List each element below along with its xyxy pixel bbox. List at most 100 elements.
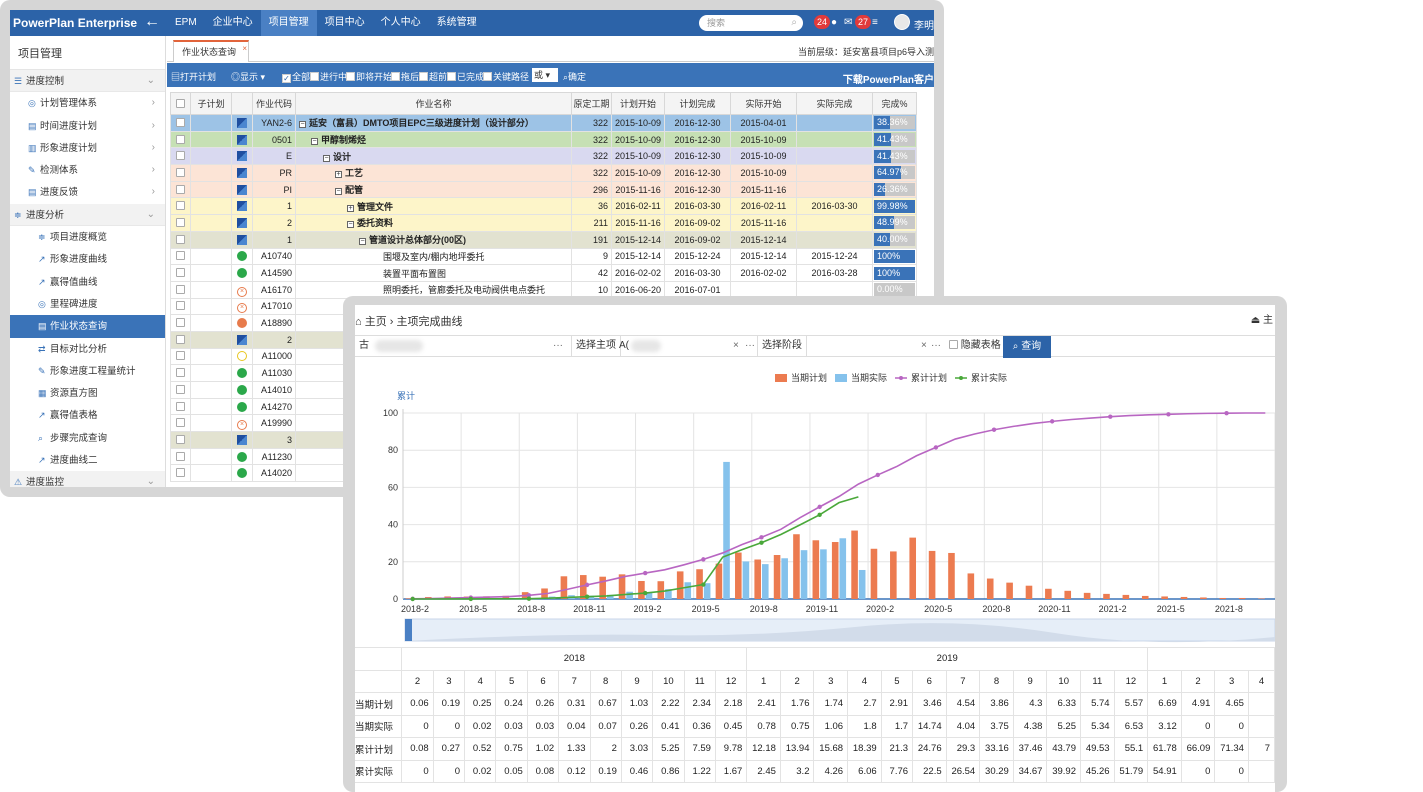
row-checkbox[interactable] xyxy=(176,434,185,444)
column-header[interactable]: 计划完成 xyxy=(664,92,732,115)
sidebar-item-4[interactable]: ✎ 检测体系 › xyxy=(10,159,165,181)
sidebar-item-14[interactable]: ▦ 资源直方图 xyxy=(10,382,165,404)
user-alert-icon[interactable]: ● xyxy=(831,17,837,28)
checkbox-icon[interactable] xyxy=(419,72,428,81)
row-checkbox[interactable] xyxy=(176,201,185,211)
collapse-icon[interactable]: − xyxy=(323,154,330,162)
sidebar-item-2[interactable]: ▤ 时间进度计划 › xyxy=(10,115,165,137)
expand-icon[interactable]: + xyxy=(347,204,354,212)
chevron-icon[interactable]: ⌄ xyxy=(147,70,155,92)
row-select-cell[interactable] xyxy=(170,147,191,166)
table-row[interactable]: A10740 围堰及室内/棚内地坪委托 9 2015-12-14 2015-12-24 2… xyxy=(170,247,918,266)
row-select-cell[interactable] xyxy=(170,397,191,416)
row-select-cell[interactable] xyxy=(170,381,191,399)
search-icon[interactable]: ⌕ xyxy=(791,15,797,31)
row-checkbox[interactable] xyxy=(176,234,185,244)
more-icon[interactable]: ··· xyxy=(553,336,563,356)
filter-0[interactable]: ✓ 全部 xyxy=(282,70,310,83)
tab-activity-status[interactable]: 作业状态查询 × xyxy=(173,39,250,62)
nav-item-3[interactable]: 项目中心 xyxy=(317,10,373,36)
checkbox-icon[interactable] xyxy=(949,340,958,349)
close-icon[interactable]: × xyxy=(242,39,247,59)
row-checkbox[interactable] xyxy=(176,167,185,177)
more-icon-3[interactable]: ··· xyxy=(931,336,941,356)
chevron-icon[interactable]: › xyxy=(152,137,155,159)
column-header[interactable]: 完成% xyxy=(872,92,918,115)
zoom-handle[interactable] xyxy=(405,619,412,641)
filter-6[interactable]: 关键路径 xyxy=(483,70,529,83)
filter-2[interactable]: 即将开始 xyxy=(346,70,392,83)
row-checkbox[interactable] xyxy=(176,334,185,344)
sidebar-item-3[interactable]: ▥ 形象进度计划 › xyxy=(10,137,165,159)
collapse-icon[interactable]: − xyxy=(335,188,342,196)
row-select-cell[interactable] xyxy=(170,130,191,149)
row-checkbox[interactable] xyxy=(176,468,185,478)
avatar[interactable] xyxy=(894,14,910,30)
sidebar-item-15[interactable]: ↗ 赢得值表格 xyxy=(10,404,165,426)
select-all-checkbox[interactable] xyxy=(176,98,185,108)
row-checkbox[interactable] xyxy=(176,184,185,194)
select-all-cell[interactable] xyxy=(170,92,191,115)
column-header[interactable]: 计划开始 xyxy=(610,92,666,115)
column-header[interactable]: 作业名称 xyxy=(295,92,572,115)
column-header[interactable]: 作业代码 xyxy=(252,92,296,115)
column-header[interactable]: 实际开始 xyxy=(730,92,798,115)
collapse-icon[interactable]: − xyxy=(299,121,306,129)
nav-item-0[interactable]: EPM xyxy=(167,10,205,36)
chevron-icon[interactable]: › xyxy=(152,92,155,114)
row-checkbox[interactable] xyxy=(176,268,185,278)
checkbox-icon[interactable] xyxy=(391,72,400,81)
sidebar-item-0[interactable]: ☰ 进度控制 ⌄ xyxy=(10,70,165,93)
table-row[interactable]: 1− 管道设计总体部分(00区) 191 2015-12-14 2016-09-02 20… xyxy=(170,230,918,249)
collapse-icon[interactable]: − xyxy=(347,221,354,229)
checkbox-icon[interactable]: ✓ xyxy=(282,74,291,83)
row-checkbox[interactable] xyxy=(176,418,185,428)
row-checkbox[interactable] xyxy=(176,301,185,311)
table-row[interactable]: A14590 装置平面布置图 42 2016-02-02 2016-03-30 2016-… xyxy=(170,264,918,282)
checkbox-icon[interactable] xyxy=(310,72,319,81)
clear-stage-icon[interactable]: × xyxy=(921,336,927,356)
sidebar-item-5[interactable]: ▤ 进度反馈 › xyxy=(10,181,165,203)
column-header[interactable] xyxy=(231,92,253,115)
column-header[interactable]: 子计划 xyxy=(190,92,232,115)
filter-3[interactable]: 拖后 xyxy=(391,70,419,83)
sidebar-item-8[interactable]: ↗ 形象进度曲线 xyxy=(10,248,165,270)
sidebar-item-11[interactable]: ▤ 作业状态查询 xyxy=(10,315,165,338)
sidebar-item-18[interactable]: ⚠ 进度监控 ⌄ xyxy=(10,471,165,487)
chevron-icon[interactable]: › xyxy=(152,115,155,137)
filter-1[interactable]: 进行中 xyxy=(310,70,347,83)
row-select-cell[interactable] xyxy=(170,230,191,249)
select-stage-button[interactable]: 选择阶段 xyxy=(757,336,807,356)
sidebar-item-16[interactable]: ⌕ 步骤完成查询 xyxy=(10,427,165,449)
checkbox-icon[interactable] xyxy=(483,72,492,81)
row-checkbox[interactable] xyxy=(176,284,185,294)
list-icon[interactable]: ≡ xyxy=(872,17,878,28)
row-select-cell[interactable] xyxy=(170,197,191,216)
row-checkbox[interactable] xyxy=(176,117,185,127)
checkbox-icon[interactable] xyxy=(447,72,456,81)
hide-table-checkbox[interactable]: 隐藏表格 xyxy=(949,336,1001,356)
expand-icon[interactable]: + xyxy=(335,171,342,179)
row-select-cell[interactable] xyxy=(170,447,191,466)
row-select-cell[interactable] xyxy=(170,264,191,282)
collapse-icon[interactable]: − xyxy=(359,238,366,246)
row-select-cell[interactable] xyxy=(170,247,191,266)
row-select-cell[interactable] xyxy=(170,314,191,332)
row-checkbox[interactable] xyxy=(176,384,185,394)
row-checkbox[interactable] xyxy=(176,451,185,461)
download-client-link[interactable]: 下载PowerPlan客户端 xyxy=(843,71,934,86)
column-header[interactable]: 原定工期 xyxy=(571,92,612,115)
row-checkbox[interactable] xyxy=(176,401,185,411)
table-row[interactable]: E − 设计 322 2015-10-09 2016-12-30 2015-10-09 41.… xyxy=(170,147,918,166)
display-dropdown[interactable]: ◎显示 ▾ xyxy=(231,70,265,83)
user-name[interactable]: 李明 xyxy=(914,17,934,32)
row-select-cell[interactable] xyxy=(170,431,191,449)
table-row[interactable]: 0501− 甲醇制烯烃 322 2015-10-09 2016-12-30 2015-10… xyxy=(170,130,918,149)
clear-item-icon[interactable]: × xyxy=(733,336,739,356)
row-select-cell[interactable] xyxy=(170,114,191,132)
header-right[interactable]: ⏏ 主 xyxy=(1251,311,1273,326)
row-select-cell[interactable] xyxy=(170,214,191,232)
row-select-cell[interactable] xyxy=(170,330,191,349)
nav-item-4[interactable]: 个人中心 xyxy=(373,10,429,36)
sidebar-item-17[interactable]: ↗ 进度曲线二 xyxy=(10,449,165,471)
